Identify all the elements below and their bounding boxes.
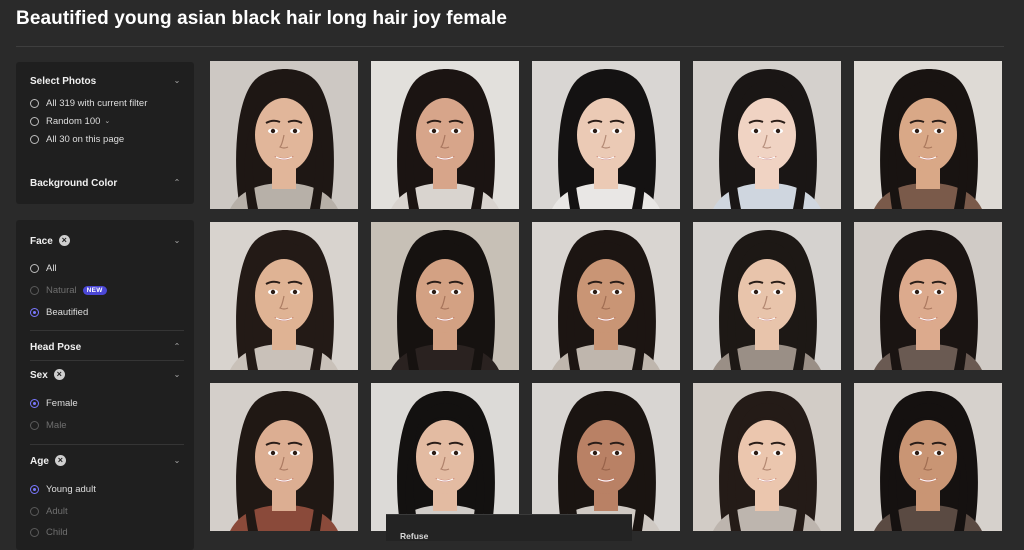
chevron-down-icon: ⌄ bbox=[173, 370, 181, 379]
face-photo-thumbnail[interactable] bbox=[532, 222, 680, 370]
select-all-filter-option[interactable]: All 319 with current filter bbox=[30, 96, 147, 110]
radio-icon bbox=[30, 116, 39, 126]
radio-icon bbox=[30, 527, 39, 537]
face-photo-thumbnail[interactable] bbox=[693, 383, 841, 531]
clear-face-icon[interactable]: × bbox=[58, 235, 70, 246]
radio-icon bbox=[30, 134, 39, 144]
radio-icon bbox=[30, 506, 39, 516]
chevron-down-icon: ⌄ bbox=[173, 236, 181, 245]
select-random-option[interactable]: Random 100 ⌄ bbox=[30, 114, 110, 128]
face-photo-thumbnail[interactable] bbox=[210, 222, 358, 370]
select-photos-panel: Select Photos ⌄ All 319 with current fil… bbox=[16, 62, 194, 204]
page-title: Beautified young asian black hair long h… bbox=[16, 8, 508, 29]
age-heading: Age bbox=[30, 456, 49, 468]
bottom-bar: Refuse bbox=[386, 514, 632, 541]
face-photo-thumbnail[interactable] bbox=[854, 383, 1002, 531]
radio-selected-icon bbox=[30, 484, 39, 494]
clear-age-icon[interactable]: × bbox=[54, 455, 66, 466]
chevron-down-icon: ⌄ bbox=[173, 76, 181, 85]
clear-sex-icon[interactable]: × bbox=[53, 369, 65, 380]
sex-heading: Sex bbox=[30, 370, 48, 382]
age-header[interactable]: Age × ⌄ bbox=[30, 454, 184, 470]
background-color-header[interactable]: Background Color ⌃ bbox=[30, 176, 184, 192]
option-label: Female bbox=[46, 397, 78, 409]
filters-panel: Face × ⌄ All Natural NEW Beautified Head … bbox=[16, 220, 194, 550]
face-photo-thumbnail[interactable] bbox=[854, 61, 1002, 209]
face-photo-thumbnail[interactable] bbox=[210, 61, 358, 209]
face-photo-thumbnail[interactable] bbox=[693, 61, 841, 209]
section-divider bbox=[30, 444, 184, 445]
option-label: All 319 with current filter bbox=[46, 97, 148, 109]
age-young-adult-option[interactable]: Young adult bbox=[30, 482, 96, 496]
background-color-heading: Background Color bbox=[30, 178, 118, 189]
radio-icon bbox=[30, 285, 39, 295]
sex-header[interactable]: Sex × ⌄ bbox=[30, 368, 184, 384]
age-adult-option[interactable]: Adult bbox=[30, 504, 68, 518]
face-beautified-option[interactable]: Beautified bbox=[30, 305, 88, 319]
select-photos-header[interactable]: Select Photos ⌄ bbox=[30, 74, 184, 90]
radio-icon bbox=[30, 98, 39, 108]
face-all-option[interactable]: All bbox=[30, 261, 57, 275]
title-divider bbox=[16, 46, 1004, 47]
section-divider bbox=[30, 330, 184, 331]
face-photo-thumbnail[interactable] bbox=[693, 222, 841, 370]
option-label: Random 100 bbox=[46, 115, 101, 127]
age-child-option[interactable]: Child bbox=[30, 525, 68, 539]
chevron-down-icon: ⌄ bbox=[104, 118, 111, 125]
option-label: Young adult bbox=[46, 483, 96, 495]
option-label: Beautified bbox=[46, 306, 89, 318]
face-photo-thumbnail[interactable] bbox=[532, 61, 680, 209]
face-photo-thumbnail[interactable] bbox=[371, 383, 519, 531]
chevron-down-icon: ⌄ bbox=[173, 456, 181, 465]
head-pose-heading: Head Pose bbox=[30, 342, 82, 353]
face-photo-thumbnail[interactable] bbox=[371, 61, 519, 209]
face-photo-thumbnail[interactable] bbox=[210, 383, 358, 531]
new-badge: NEW bbox=[82, 285, 107, 295]
option-label: Male bbox=[46, 419, 67, 431]
radio-selected-icon bbox=[30, 398, 39, 408]
face-photo-thumbnail[interactable] bbox=[371, 222, 519, 370]
face-header[interactable]: Face × ⌄ bbox=[30, 234, 184, 250]
chevron-up-icon: ⌃ bbox=[173, 178, 181, 187]
chevron-up-icon: ⌃ bbox=[173, 342, 181, 351]
sex-male-option[interactable]: Male bbox=[30, 418, 67, 432]
sex-female-option[interactable]: Female bbox=[30, 396, 78, 410]
face-natural-option[interactable]: Natural NEW bbox=[30, 283, 107, 297]
radio-icon bbox=[30, 420, 39, 430]
select-photos-heading: Select Photos bbox=[30, 76, 97, 87]
option-label: Natural bbox=[46, 284, 77, 296]
face-heading: Face bbox=[30, 236, 53, 248]
radio-icon bbox=[30, 263, 39, 273]
face-photo-thumbnail[interactable] bbox=[854, 222, 1002, 370]
radio-selected-icon bbox=[30, 307, 39, 317]
option-label: Adult bbox=[46, 505, 68, 517]
face-photo-thumbnail[interactable] bbox=[532, 383, 680, 531]
head-pose-header[interactable]: Head Pose ⌃ bbox=[30, 340, 184, 356]
select-page-option[interactable]: All 30 on this page bbox=[30, 132, 124, 146]
section-divider bbox=[30, 360, 184, 361]
option-label: All 30 on this page bbox=[46, 133, 125, 145]
option-label: All bbox=[46, 262, 57, 274]
photo-grid bbox=[210, 61, 1004, 540]
option-label: Child bbox=[46, 526, 68, 538]
